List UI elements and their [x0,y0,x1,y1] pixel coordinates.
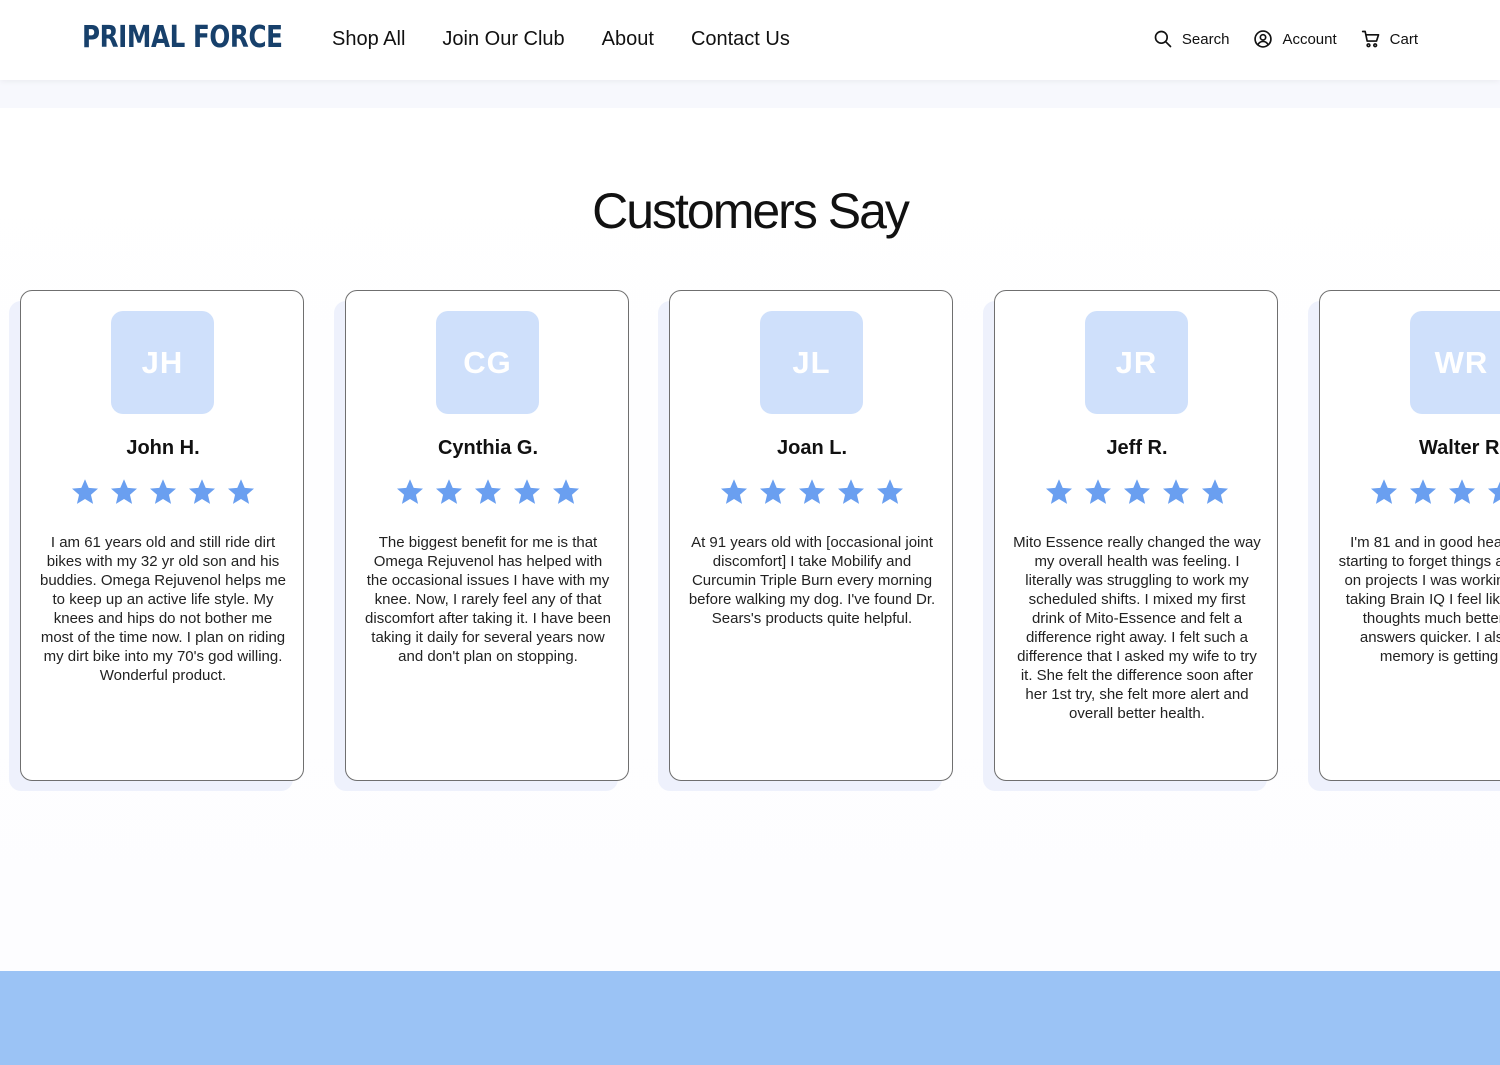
testimonial-card-wrapper: JR Jeff R. Mito Essence really changed the… [983,290,1278,791]
review-text: At 91 years old with [occasional joint d… [688,534,936,627]
star-icon [72,479,98,504]
header-utilities: Search Account Cart [1153,29,1418,49]
testimonial-card: JR Jeff R. Mito Essence really changed the… [994,290,1278,781]
testimonial-card: CG Cynthia G. The biggest benefit for me i… [345,290,629,781]
star-rating [21,477,305,507]
avatar: JR [1085,311,1188,414]
avatar: JH [111,311,214,414]
star-icon [1449,479,1475,504]
star-icon [111,479,137,504]
star-icon [1371,479,1397,504]
section-title: Customers Say [592,183,910,239]
review-text: I am 61 years old and still ride dirt bi… [40,534,286,684]
cart-button[interactable]: Cart [1361,29,1418,49]
footer-band [0,971,1500,1065]
page: PRIMAL FORCE Shop All Join Our Club Abou… [0,0,1500,1065]
star-icon [1163,479,1189,504]
account-button[interactable]: Account [1253,29,1337,49]
review-text: The biggest benefit for me is that Omega… [365,534,611,665]
star-icon [436,479,462,504]
testimonial-card-wrapper: JH John H. I am 61 years old and still rid… [9,290,304,791]
user-circle-icon [1253,29,1273,49]
reviewer-name: Cynthia G. [437,437,538,459]
star-icon [1410,479,1436,504]
star-icon [397,479,423,504]
cart-label: Cart [1389,30,1418,48]
star-icon [228,479,254,504]
testimonial-card: WR Walter R. I'm 81 and in good health but… [1319,290,1500,781]
nav-shop-all[interactable]: Shop All [332,28,405,51]
testimonial-card: JH John H. I am 61 years old and still rid… [20,290,304,781]
star-icon [721,479,747,504]
star-rating [346,477,630,507]
nav-contact-us[interactable]: Contact Us [691,28,790,51]
testimonial-card: JL Joan L. At 91 years old with [occasiona… [669,290,953,781]
account-label: Account [1282,30,1337,48]
testimonial-card-wrapper: JL Joan L. At 91 years old with [occasiona… [658,290,953,791]
main-nav: Shop All Join Our Club About Contact Us [332,28,790,51]
star-icon [1085,479,1111,504]
star-icon [189,479,215,504]
star-icon [799,479,825,504]
reviewer-name: Joan L. [776,437,847,459]
search-icon [1153,29,1173,49]
nav-about[interactable]: About [602,28,654,51]
reviewer-name: Jeff R. [1106,437,1168,459]
star-icon [475,479,501,504]
star-icon [514,479,540,504]
star-icon [1202,479,1228,504]
search-button[interactable]: Search [1153,29,1230,49]
testimonial-card-wrapper: CG Cynthia G. The biggest benefit for me i… [334,290,629,791]
testimonials-section: Customers Say JH John H. I am 61 years old… [0,108,1500,971]
star-icon [838,479,864,504]
star-icon [1488,481,1500,504]
reviewer-name: Walter R. [1419,437,1500,459]
reviewer-name: John H. [126,437,200,459]
avatar: CG [436,311,539,414]
star-icon [553,479,579,504]
star-icon [150,479,176,504]
search-label: Search [1181,30,1230,48]
star-icon [760,479,786,504]
review-text: Mito Essence really changed the way my o… [1013,534,1261,722]
review-text: I'm 81 and in good health but was starti… [1338,534,1500,665]
brand-logo[interactable]: PRIMAL FORCE [82,20,283,55]
avatar: JL [760,311,863,414]
avatar: WR [1410,311,1500,414]
star-rating [670,477,954,507]
star-icon [877,479,903,504]
header-divider-band [0,80,1500,108]
testimonial-card-wrapper: WR Walter R. I'm 81 and in good health but… [1308,290,1500,791]
star-rating [1320,477,1500,507]
cart-icon [1361,29,1381,49]
site-header: PRIMAL FORCE Shop All Join Our Club Abou… [0,0,1500,80]
star-icon [1124,479,1150,504]
nav-join-our-club[interactable]: Join Our Club [442,28,564,51]
star-icon [1046,479,1072,504]
star-rating [995,477,1279,507]
